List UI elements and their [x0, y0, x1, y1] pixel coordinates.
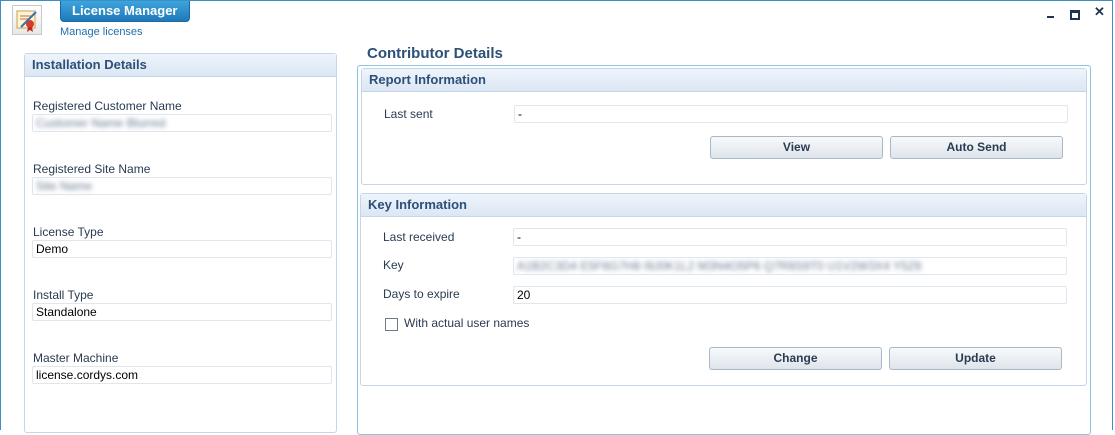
report-information-group: Report Information Last sent - View Auto… [361, 68, 1087, 185]
license-type-field[interactable]: Demo [32, 240, 332, 258]
master-machine-label: Master Machine [33, 351, 119, 365]
close-icon[interactable]: ✕ [1094, 5, 1105, 18]
minimize-icon[interactable] [1046, 9, 1056, 19]
license-type-value: Demo [36, 242, 69, 256]
last-sent-field[interactable]: - [514, 105, 1068, 123]
report-information-heading: Report Information [362, 69, 1086, 92]
customer-name-label: Registered Customer Name [33, 99, 182, 113]
customer-name-field[interactable]: Customer Name Blurred [32, 114, 332, 132]
update-button[interactable]: Update [889, 347, 1062, 370]
install-type-field[interactable]: Standalone [32, 303, 332, 321]
last-received-field[interactable]: - [513, 228, 1067, 246]
days-to-expire-field[interactable]: 20 [513, 286, 1067, 304]
customer-name-value: Customer Name Blurred [36, 116, 166, 130]
key-label: Key [383, 258, 404, 272]
view-button[interactable]: View [710, 136, 883, 159]
license-type-label: License Type [33, 225, 104, 239]
key-information-group: Key Information Last received - Key A1B2… [360, 193, 1087, 386]
license-certificate-icon [12, 5, 42, 35]
with-actual-user-names-checkbox[interactable] [385, 318, 398, 331]
auto-send-button[interactable]: Auto Send [890, 136, 1063, 159]
key-value: A1B2C3D4 E5F6G7H8 I9J0K1L2 M3N4O5P6 Q7R8… [517, 259, 922, 273]
site-name-value: Site Name [36, 179, 93, 193]
master-machine-field[interactable]: license.cordys.com [32, 366, 332, 384]
change-button[interactable]: Change [709, 347, 882, 370]
site-name-field[interactable]: Site Name [32, 177, 332, 195]
last-sent-label: Last sent [384, 107, 433, 121]
restore-icon[interactable] [1070, 9, 1080, 20]
master-machine-value: license.cordys.com [36, 368, 139, 382]
site-name-label: Registered Site Name [33, 162, 151, 176]
window-subtitle: Manage licenses [60, 26, 143, 38]
contributor-details-heading: Contributor Details [367, 45, 503, 62]
key-information-heading: Key Information [361, 194, 1086, 217]
contributor-details-panel: Report Information Last sent - View Auto… [357, 65, 1091, 435]
last-received-label: Last received [383, 230, 455, 244]
installation-details-panel: Installation Details Registered Customer… [24, 53, 337, 433]
window-title: License Manager [60, 1, 190, 22]
installation-details-heading: Installation Details [25, 54, 336, 77]
days-to-expire-label: Days to expire [383, 287, 460, 301]
install-type-value: Standalone [36, 305, 97, 319]
with-actual-user-names-label: With actual user names [404, 316, 530, 330]
install-type-label: Install Type [33, 288, 94, 302]
key-field[interactable]: A1B2C3D4 E5F6G7H8 I9J0K1L2 M3N4O5P6 Q7R8… [513, 257, 1067, 275]
